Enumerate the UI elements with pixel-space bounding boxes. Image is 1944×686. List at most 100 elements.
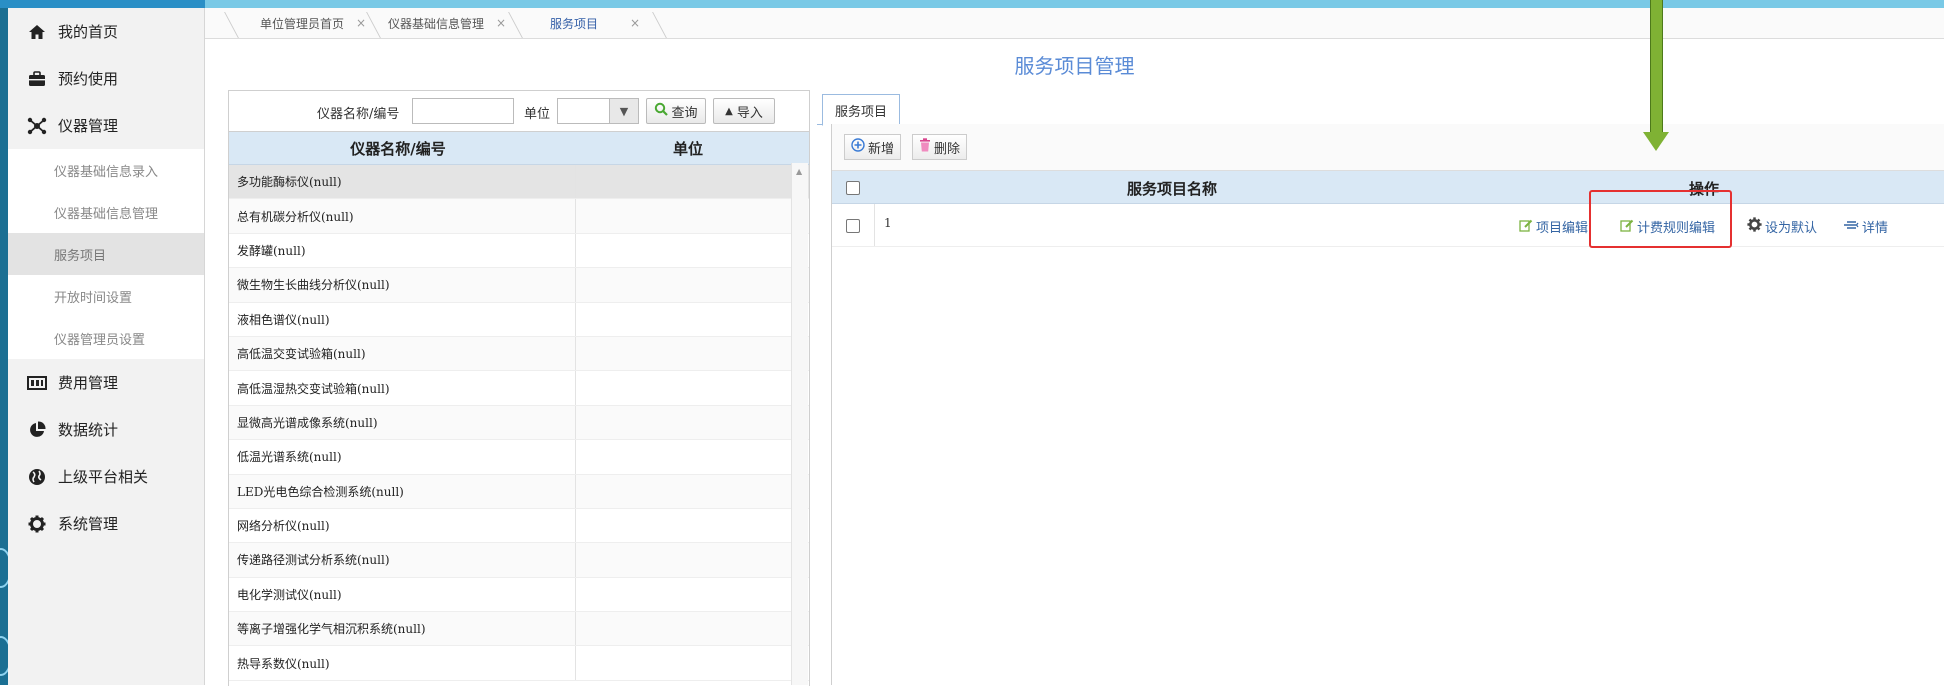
tab-service-items-panel[interactable]: 服务项目 [822,94,900,126]
sidebar-item-home[interactable]: 我的首页 [8,8,204,55]
table-row[interactable]: 热导系数仪(null) [229,646,809,681]
sidebar-item-reservation[interactable]: 预约使用 [8,55,204,102]
sidebar-item-label: 上级平台相关 [58,468,149,486]
sidebar-subitem-instrument-info-management[interactable]: 仪器基础信息管理 [8,191,204,233]
sidebar-subitem-label: 服务项目 [54,248,107,264]
table-row[interactable]: 低温光谱系统(null) [229,440,809,475]
search-bar: 仪器名称/编号 单位 ▼ 查询 ▲ 导入 [229,91,809,132]
query-button[interactable]: 查询 [646,98,706,124]
select-all-checkbox[interactable] [846,181,860,195]
sidebar-item-fee-management[interactable]: 费用管理 [8,359,204,406]
table-row[interactable]: 发酵罐(null) [229,233,809,269]
close-icon[interactable]: × [630,16,640,30]
sidebar-item-label: 仪器管理 [58,117,119,135]
edit-icon [1519,218,1533,236]
instrument-name-cell: 高低温湿热交变试验箱(null) [229,371,576,405]
unit-cell [576,475,809,508]
table-row[interactable]: 液相色谱仪(null) [229,302,809,337]
trash-icon [919,138,931,156]
table-row[interactable]: 网络分析仪(null) [229,508,809,544]
table-row[interactable]: 多功能酶标仪(null) [229,165,809,200]
instrument-name-cell: 多功能酶标仪(null) [229,165,576,199]
edit-item-link[interactable]: 项目编辑 [1519,217,1588,236]
tab-separator [224,12,239,38]
service-grid-header: 服务项目名称 操作 [832,171,1944,204]
import-button[interactable]: ▲ 导入 [713,98,775,124]
import-button-label: 导入 [736,105,763,121]
delete-button[interactable]: 删除 [912,134,968,160]
unit-label: 单位 [524,107,551,122]
sidebar-subitem-open-time-settings[interactable]: 开放时间设置 [8,275,204,317]
add-button[interactable]: 新增 [844,134,902,160]
sidebar-subitem-service-items[interactable]: 服务项目 [8,233,204,275]
instrument-name-cell: 发酵罐(null) [229,233,576,268]
table-row[interactable]: 总有机碳分析仪(null) [229,199,809,234]
page-title: 服务项目管理 [1014,54,1135,78]
edit-billing-rules-link[interactable]: 计费规则编辑 [1620,217,1715,236]
column-header-instrument-name: 仪器名称/编号 [350,139,446,158]
unit-cell [576,578,809,611]
tab-instrument-info-management[interactable]: 仪器基础信息管理 × [388,8,506,38]
sidebar-subitem-label: 仪器管理员设置 [54,332,146,348]
sidebar-subitem-instrument-admin-settings[interactable]: 仪器管理员设置 [8,317,204,359]
unit-cell [576,509,809,542]
left-edge-decoration [0,8,12,685]
service-panel: 新增 删除 服务项目名称 操作 1 项目编辑 计费规则编辑 设为默认 详情 [831,124,1944,685]
details-link[interactable]: 详情 [1844,217,1888,236]
instrument-grid-scrollbar[interactable]: ▲ [791,163,808,685]
close-icon[interactable]: × [356,16,366,30]
sidebar-item-instrument-management[interactable]: 仪器管理 [8,102,204,149]
sidebar-subitem-instrument-entry[interactable]: 仪器基础信息录入 [8,149,204,191]
table-row[interactable]: 等离子增强化学气相沉积系统(null) [229,612,809,647]
table-row[interactable]: 显微高光谱成像系统(null) [229,405,809,441]
close-icon[interactable]: × [496,16,506,30]
instrument-name-cell: 传递路径测试分析系统(null) [229,543,576,577]
top-bar-accent [205,0,1944,8]
sidebar-subitem-label: 仪器基础信息录入 [54,164,159,180]
search-icon [654,102,669,120]
unit-select[interactable]: ▼ [557,98,639,124]
column-header-unit: 单位 [672,139,703,158]
instrument-name-cell: 网络分析仪(null) [229,508,576,543]
query-button-label: 查询 [671,105,698,121]
table-row[interactable]: LED光电色综合检测系统(null) [229,474,809,509]
instrument-name-cell: LED光电色综合检测系统(null) [229,474,576,508]
tab-strip: 单位管理员首页 × 仪器基础信息管理 × 服务项目 × [205,8,1944,39]
unit-cell [576,371,809,404]
chevron-down-icon[interactable]: ▼ [609,99,638,123]
instrument-grid-body: 多功能酶标仪(null) 总有机碳分析仪(null) 发酵罐(null) 微生物生长曲… [229,165,809,681]
scroll-up-icon[interactable]: ▲ [796,167,802,176]
sidebar: 我的首页 预约使用 仪器管理 仪器基础信息录入 仪器基础信息管理 服务项目 开放… [8,8,205,685]
billing-icon [26,372,48,394]
annotation-arrow-head [1643,132,1669,151]
instrument-name-cell: 等离子增强化学气相沉积系统(null) [229,612,576,646]
instrument-name-input[interactable] [412,98,514,124]
table-row[interactable]: 高低温湿热交变试验箱(null) [229,371,809,406]
sidebar-item-system-management[interactable]: 系统管理 [8,500,204,547]
table-row: 1 项目编辑 计费规则编辑 设为默认 详情 [832,204,1944,247]
cell-divider [874,204,875,246]
tab-unit-admin-home[interactable]: 单位管理员首页 × [260,8,366,38]
edit-item-label: 项目编辑 [1536,221,1589,236]
service-name-cell: 1 [884,216,892,230]
annotation-arrow [1650,0,1663,132]
table-row[interactable]: 电化学测试仪(null) [229,577,809,613]
sidebar-item-data-statistics[interactable]: 数据统计 [8,406,204,453]
tab-label: 仪器基础信息管理 [388,16,485,31]
details-label: 详情 [1862,221,1889,236]
row-checkbox[interactable] [846,219,860,233]
table-row[interactable]: 微生物生长曲线分析仪(null) [229,268,809,303]
tab-service-items[interactable]: 服务项目 × [550,8,640,38]
unit-cell [576,337,809,370]
instrument-name-cell: 电化学测试仪(null) [229,577,576,612]
sidebar-subitem-label: 仪器基础信息管理 [54,206,159,222]
set-default-link[interactable]: 设为默认 [1747,217,1817,236]
edit-billing-rules-label: 计费规则编辑 [1637,221,1716,236]
sidebar-item-parent-platform[interactable]: 上级平台相关 [8,453,204,500]
table-row[interactable]: 传递路径测试分析系统(null) [229,543,809,578]
unit-cell [576,543,809,576]
instrument-name-cell: 微生物生长曲线分析仪(null) [229,268,576,302]
column-header-operations: 操作 [1689,180,1720,198]
table-row[interactable]: 高低温交变试验箱(null) [229,336,809,372]
sidebar-item-label: 系统管理 [58,515,119,533]
